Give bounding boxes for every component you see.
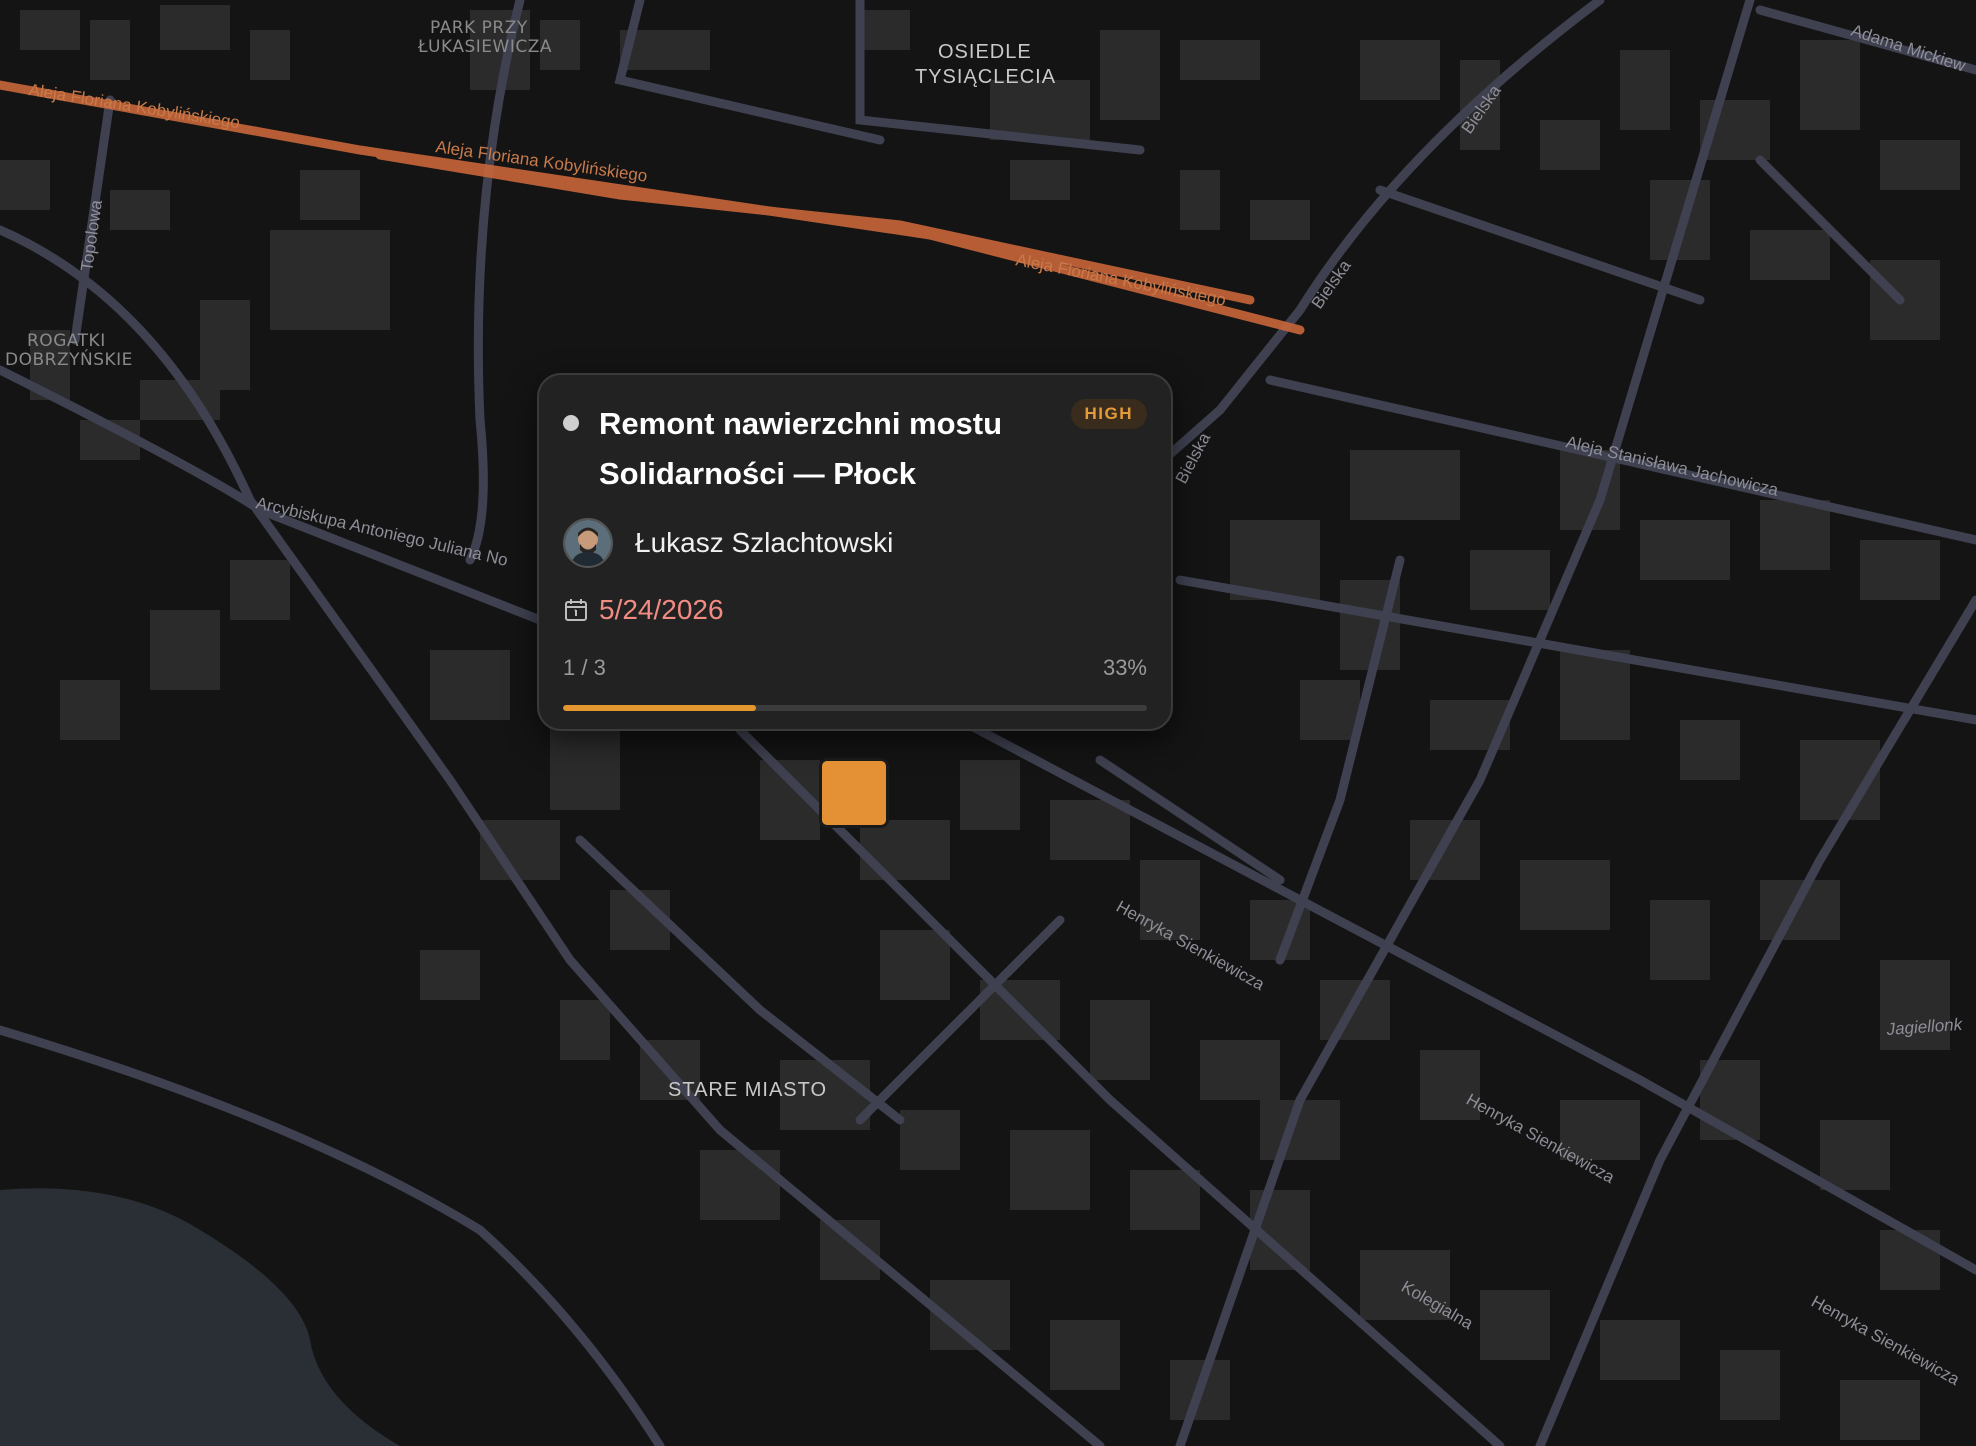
area-label-rogatki-2: DOBRZYŃSKIE [5, 348, 133, 370]
calendar-icon [563, 597, 589, 623]
task-map-marker[interactable] [819, 758, 889, 828]
task-title[interactable]: Remont nawierzchni mostu Solidarności — … [599, 399, 1039, 499]
district-label-stare-miasto: STARE MIASTO [668, 1079, 827, 1101]
assignee-avatar-icon [563, 518, 613, 568]
area-label-park-1: PARK PRZY [430, 18, 528, 38]
due-date: 5/24/2026 [599, 594, 724, 625]
assignee-name: Łukasz Szlachtowski [635, 527, 894, 558]
progress-bar [563, 705, 1147, 711]
district-label-osiedle: OSIEDLE [938, 41, 1032, 63]
task-popup-card[interactable]: Remont nawierzchni mostu Solidarności — … [537, 373, 1173, 731]
status-dot [563, 415, 579, 431]
area-label-park-2: ŁUKASIEWICZA [417, 37, 552, 57]
district-label-tysiaclecia: TYSIĄCLECIA [915, 66, 1056, 88]
progress-bar-fill [563, 705, 756, 711]
progress-percent: 33% [1102, 655, 1147, 680]
priority-badge: HIGH [1070, 399, 1147, 429]
area-label-rogatki-1: ROGATKI [27, 331, 106, 351]
progress-count: 1 / 3 [563, 655, 606, 680]
